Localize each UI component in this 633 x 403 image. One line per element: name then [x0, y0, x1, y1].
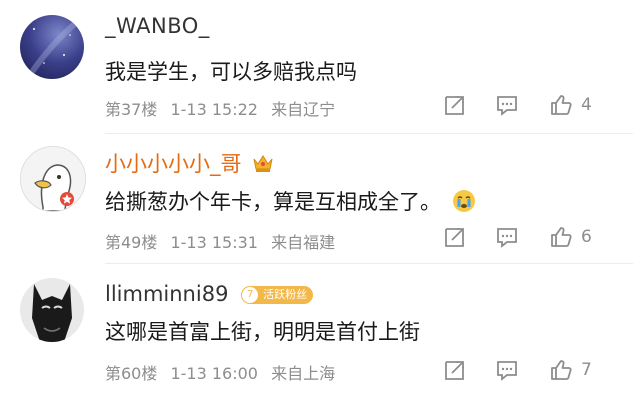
username-text: llimminni89	[105, 282, 229, 306]
username-text: 小小小小小_哥	[105, 152, 242, 176]
comment-item: llimminni89 7 活跃粉丝 这哪是首富上街，明明是首付上街 第60楼 …	[0, 264, 633, 403]
floor-number: 第37楼	[105, 100, 158, 119]
comment-location: 来自福建	[271, 233, 336, 252]
thumbs-up-icon	[551, 95, 572, 115]
fan-level: 7	[242, 287, 259, 303]
like-button[interactable]	[549, 93, 573, 117]
comment-text: 给撕葱办个年卡，算是互相成全了。	[105, 186, 476, 218]
reply-button[interactable]	[495, 225, 519, 249]
like-button[interactable]	[549, 225, 573, 249]
comment-date: 1-13 16:00	[170, 364, 258, 383]
duck-avatar-icon	[21, 147, 85, 211]
fan-badge-label: 活跃粉丝	[263, 288, 308, 301]
comment-icon	[497, 96, 517, 116]
crying-face-emoji-icon	[452, 189, 476, 218]
comment-text: 这哪是首富上街，明明是首付上街	[105, 320, 420, 344]
comment-icon	[497, 228, 517, 248]
avatar[interactable]	[20, 15, 84, 79]
like-count: 4	[581, 95, 592, 115]
reply-button[interactable]	[495, 93, 519, 117]
username[interactable]: 小小小小小_哥	[105, 148, 274, 178]
active-fan-badge: 7 活跃粉丝	[241, 286, 314, 304]
comment-text: 我是学生，可以多赔我点吗	[105, 60, 357, 84]
comment-date: 1-13 15:22	[170, 100, 258, 119]
comment-actions: 6	[423, 225, 613, 251]
like-button[interactable]	[549, 358, 573, 382]
comment-location: 来自上海	[271, 364, 336, 383]
comment-meta: 第49楼 1-13 15:31 来自福建	[105, 229, 343, 253]
avatar[interactable]	[20, 278, 84, 342]
share-button[interactable]	[443, 225, 467, 249]
comment-actions: 4	[423, 93, 613, 119]
share-icon	[445, 228, 464, 247]
comment-meta: 第60楼 1-13 16:00 来自上海	[105, 360, 343, 384]
like-count: 6	[581, 227, 592, 247]
share-icon	[445, 96, 464, 115]
floor-number: 第60楼	[105, 364, 158, 383]
avatar[interactable]	[20, 146, 86, 212]
floor-number: 第49楼	[105, 233, 158, 252]
comment-item: _WANBO_ 我是学生，可以多赔我点吗 第37楼 1-13 15:22 来自辽…	[0, 0, 633, 134]
share-button[interactable]	[443, 93, 467, 117]
comment-item: 小小小小小_哥 给撕葱办个年卡，算是互相成全了。 第49楼 1-13 15:31…	[0, 134, 633, 264]
share-button[interactable]	[443, 358, 467, 382]
batman-avatar-icon	[20, 278, 84, 342]
crown-icon	[252, 153, 274, 178]
comment-text-content: 给撕葱办个年卡，算是互相成全了。	[105, 190, 441, 214]
comment-date: 1-13 15:31	[170, 233, 258, 252]
share-icon	[445, 361, 464, 380]
comment-meta: 第37楼 1-13 15:22 来自辽宁	[105, 96, 343, 120]
thumbs-up-icon	[551, 227, 572, 247]
reply-button[interactable]	[495, 358, 519, 382]
comment-location: 来自辽宁	[271, 100, 336, 119]
username[interactable]: llimminni89 7 活跃粉丝	[105, 282, 314, 306]
comment-actions: 7	[423, 358, 613, 384]
comment-icon	[497, 361, 517, 381]
username[interactable]: _WANBO_	[105, 14, 210, 38]
like-count: 7	[581, 360, 592, 380]
thumbs-up-icon	[551, 360, 572, 380]
night-sky-avatar-icon	[20, 15, 84, 79]
